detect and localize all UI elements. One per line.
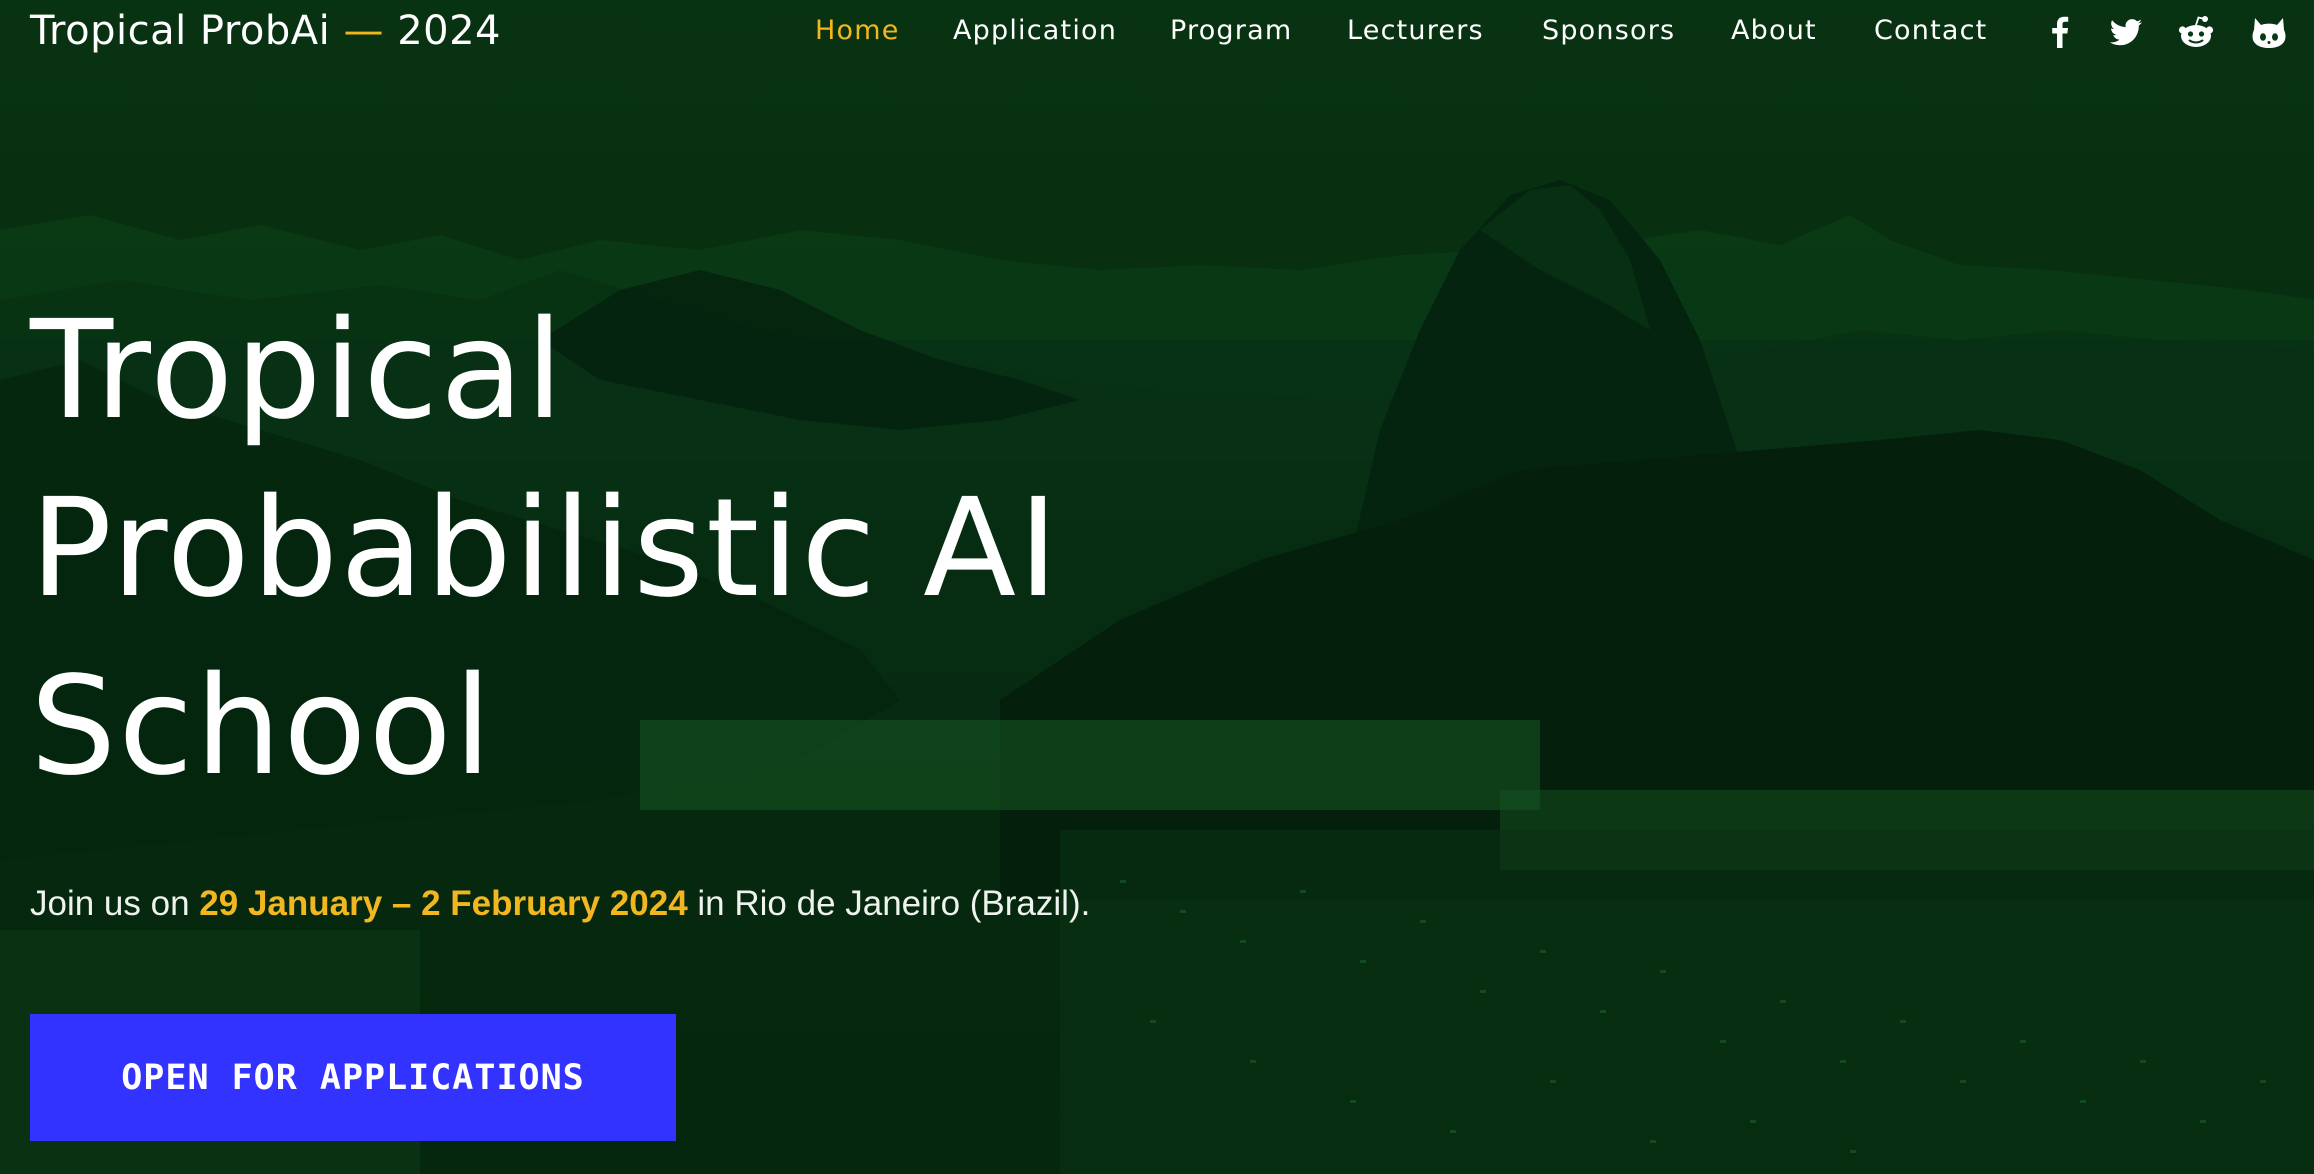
reddit-icon[interactable] — [2176, 12, 2216, 52]
brand-year: 2024 — [397, 8, 501, 54]
twitter-icon[interactable] — [2106, 12, 2146, 52]
top-navbar: Tropical ProbAi — 2024 Home Application … — [0, 0, 2314, 66]
brand-separator: — — [343, 8, 384, 54]
hero-title-line: Probabilistic AI — [30, 470, 1061, 628]
event-info: Join us on 29 January – 2 February 2024 … — [30, 884, 1090, 924]
hero-title: Tropical Probabilistic AI School — [30, 282, 1330, 816]
hero-section: Tropical ProbAi — 2024 Home Application … — [0, 0, 2314, 1174]
brand-name: Tropical ProbAi — [30, 8, 331, 54]
event-info-prefix: Join us on — [30, 884, 190, 923]
nav-item-program[interactable]: Program — [1170, 15, 1292, 46]
facebook-icon[interactable] — [2040, 12, 2080, 52]
hero-title-line: School — [30, 648, 494, 806]
nav-item-contact[interactable]: Contact — [1874, 15, 1987, 46]
nav-item-sponsors[interactable]: Sponsors — [1542, 15, 1675, 46]
nav-item-about[interactable]: About — [1731, 15, 1817, 46]
site-brand[interactable]: Tropical ProbAi — 2024 — [30, 8, 501, 54]
github-icon[interactable] — [2249, 12, 2289, 52]
nav-item-lecturers[interactable]: Lecturers — [1347, 15, 1484, 46]
nav-item-home[interactable]: Home — [815, 15, 900, 46]
event-location: in Rio de Janeiro (Brazil). — [697, 884, 1091, 923]
hero-title-line: Tropical — [30, 292, 566, 450]
open-for-applications-button[interactable]: OPEN FOR APPLICATIONS — [30, 1014, 676, 1141]
nav-item-application[interactable]: Application — [953, 15, 1117, 46]
event-dates: 29 January – 2 February 2024 — [199, 884, 688, 923]
